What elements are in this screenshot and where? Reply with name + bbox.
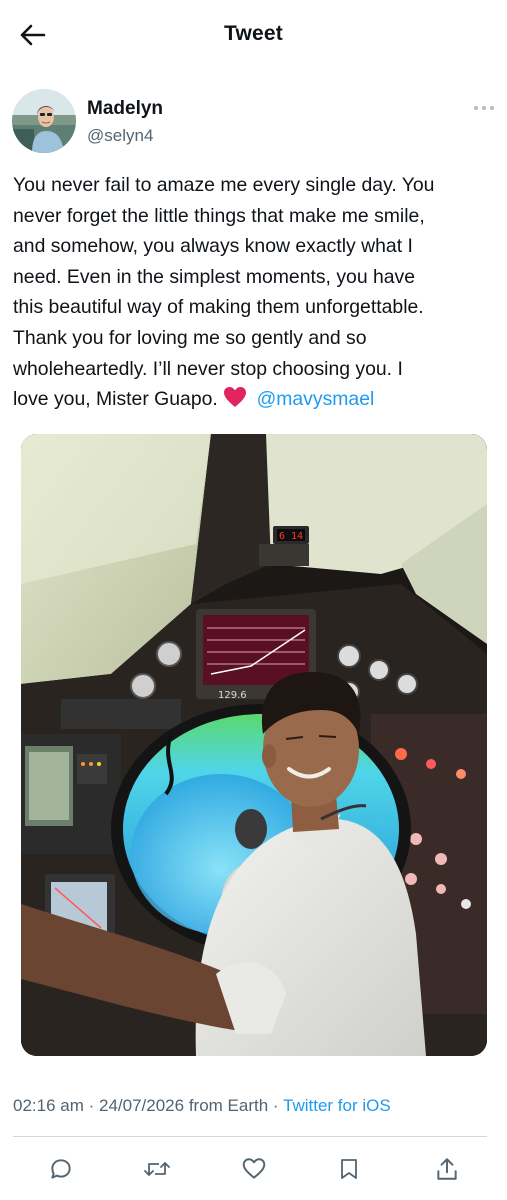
page-title: Tweet	[224, 22, 283, 45]
tweet-date[interactable]: 24/07/2026	[99, 1096, 184, 1115]
monitor-value: 129.6	[218, 690, 247, 701]
share-button[interactable]	[432, 1154, 462, 1184]
avatar[interactable]	[12, 89, 76, 153]
tweet-time[interactable]: 02:16 am	[13, 1096, 84, 1115]
tweet-text: You never fail to amaze me every single …	[13, 174, 435, 411]
action-bar	[0, 1150, 507, 1190]
like-icon	[242, 1158, 266, 1179]
overhead-readout: 6 14	[279, 531, 303, 542]
cockpit-photo: 6 14 129.6	[21, 434, 487, 1056]
retweet-button[interactable]	[142, 1154, 172, 1184]
top-bar: Tweet	[0, 0, 507, 70]
mention-link[interactable]: @mavysmael	[257, 388, 375, 410]
tweet-location: from Earth	[184, 1096, 269, 1115]
share-icon	[437, 1158, 457, 1180]
meta-separator: ·	[83, 1096, 99, 1115]
tweet-client-link[interactable]: Twitter for iOS	[283, 1096, 391, 1115]
more-options-button[interactable]	[473, 101, 495, 115]
author-name[interactable]: Madelyn	[87, 98, 163, 120]
divider	[13, 1136, 487, 1137]
like-button[interactable]	[239, 1154, 269, 1184]
reply-icon	[51, 1159, 71, 1179]
bookmark-icon	[341, 1159, 357, 1179]
tweet-body: You never fail to amaze me every single …	[13, 170, 493, 418]
meta-separator: ·	[268, 1096, 283, 1115]
avatar-photo	[12, 89, 76, 153]
author-handle[interactable]: @selyn4	[87, 126, 153, 146]
tweet-photo[interactable]: 6 14 129.6	[21, 434, 487, 1056]
more-horizontal-icon	[474, 106, 494, 110]
reply-button[interactable]	[46, 1154, 76, 1184]
red-heart-emoji	[223, 386, 247, 418]
retweet-icon	[144, 1162, 170, 1176]
bookmark-button[interactable]	[334, 1154, 364, 1184]
tweet-meta: 02:16 am · 24/07/2026 from Earth · Twitt…	[13, 1096, 391, 1116]
tweet-author: Madelyn @selyn4	[12, 89, 495, 153]
